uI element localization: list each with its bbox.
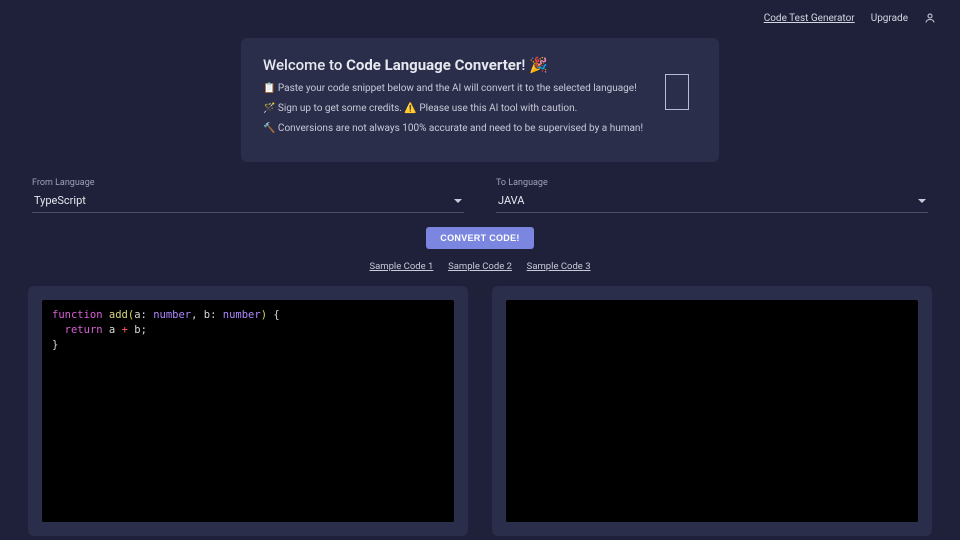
to-language-select[interactable]: JAVA	[496, 191, 928, 213]
welcome-line-1: 📋 Paste your code snippet below and the …	[263, 82, 645, 96]
source-code-editor[interactable]: function add(a: number, b: number) { ret…	[42, 300, 454, 522]
output-code-editor[interactable]	[506, 300, 918, 522]
welcome-line-3: 🔨 Conversions are not always 100% accura…	[263, 122, 645, 136]
welcome-title: Welcome to Code Language Converter! 🎉	[263, 56, 645, 74]
convert-button[interactable]: CONVERT CODE!	[426, 227, 533, 249]
welcome-title-suffix: ! 🎉	[521, 56, 547, 74]
tok-fn-name: add	[109, 309, 128, 321]
sample-code-2[interactable]: Sample Code 2	[448, 261, 512, 272]
output-pane	[492, 286, 932, 536]
welcome-line-2: 🪄 Sign up to get some credits. ⚠️ Please…	[263, 102, 645, 116]
sample-code-1[interactable]: Sample Code 1	[369, 261, 433, 272]
nav-upgrade[interactable]: Upgrade	[871, 13, 908, 24]
welcome-title-prefix: Welcome to	[263, 56, 346, 74]
chevron-down-icon	[454, 199, 462, 203]
from-language-select[interactable]: TypeScript	[32, 191, 464, 213]
tok-kw-function: function	[52, 309, 103, 321]
to-language-value: JAVA	[498, 194, 524, 207]
user-icon[interactable]	[924, 12, 936, 24]
from-language-label: From Language	[32, 178, 464, 188]
tok-kw-return: return	[65, 324, 103, 336]
welcome-title-bold: Code Language Converter	[346, 56, 521, 74]
source-pane: function add(a: number, b: number) { ret…	[28, 286, 468, 536]
chevron-down-icon	[918, 199, 926, 203]
to-language-label: To Language	[496, 178, 928, 188]
sample-code-3[interactable]: Sample Code 3	[527, 261, 591, 272]
welcome-card: Welcome to Code Language Converter! 🎉 📋 …	[241, 38, 719, 162]
nav-code-test-generator[interactable]: Code Test Generator	[764, 13, 855, 24]
from-language-value: TypeScript	[34, 194, 86, 207]
welcome-glyph-icon	[665, 74, 689, 110]
